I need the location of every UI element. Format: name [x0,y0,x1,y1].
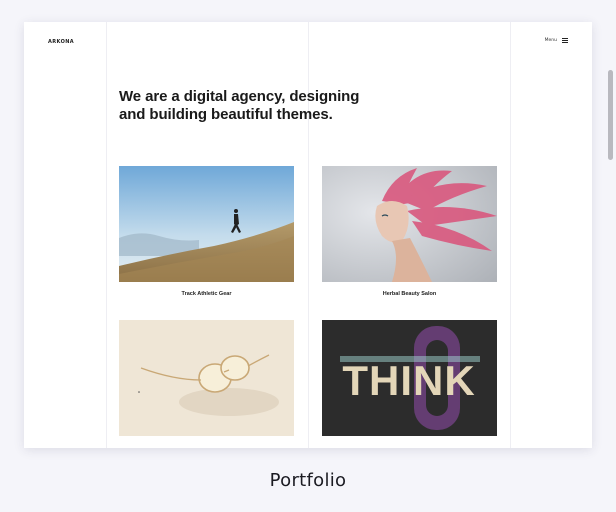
menu-label: Menu [544,38,557,43]
portfolio-card-title: Herbal Beauty Salon [382,291,437,297]
grid-line [510,22,511,448]
menu-button[interactable]: Menu [545,38,568,43]
portfolio-card-think[interactable]: THINK [322,320,497,445]
scrollbar[interactable] [604,22,614,448]
site-logo[interactable]: ARKONA [48,39,74,45]
sunglasses-photo [119,320,294,436]
screenshot-caption: Portfolio [269,470,347,491]
portfolio-card-sunglasses[interactable] [119,320,294,445]
think-artwork: THINK [322,320,497,436]
hero-line-1: We are a digital agency, designing [119,88,360,105]
hamburger-icon [562,38,568,43]
portfolio-card-herbal-beauty-salon[interactable]: Herbal Beauty Salon [322,166,497,297]
page: ARKONA Menu We are a digital agency, des… [24,22,592,448]
hero-headline: We are a digital agency, designing and b… [119,88,399,124]
browser-viewport: ARKONA Menu We are a digital agency, des… [24,22,592,448]
hero-line-2: and building beautiful themes. [119,106,333,123]
portfolio-card-track-athletic-gear[interactable]: Track Athletic Gear [119,166,294,297]
grid-line [106,22,107,448]
grid-line [308,22,309,448]
scrollbar-thumb[interactable] [608,70,613,160]
runner-photo [119,166,294,282]
portfolio-card-title: Track Athletic Gear [181,291,232,297]
pink-hair-photo [322,166,497,282]
think-text: THINK [342,357,475,404]
